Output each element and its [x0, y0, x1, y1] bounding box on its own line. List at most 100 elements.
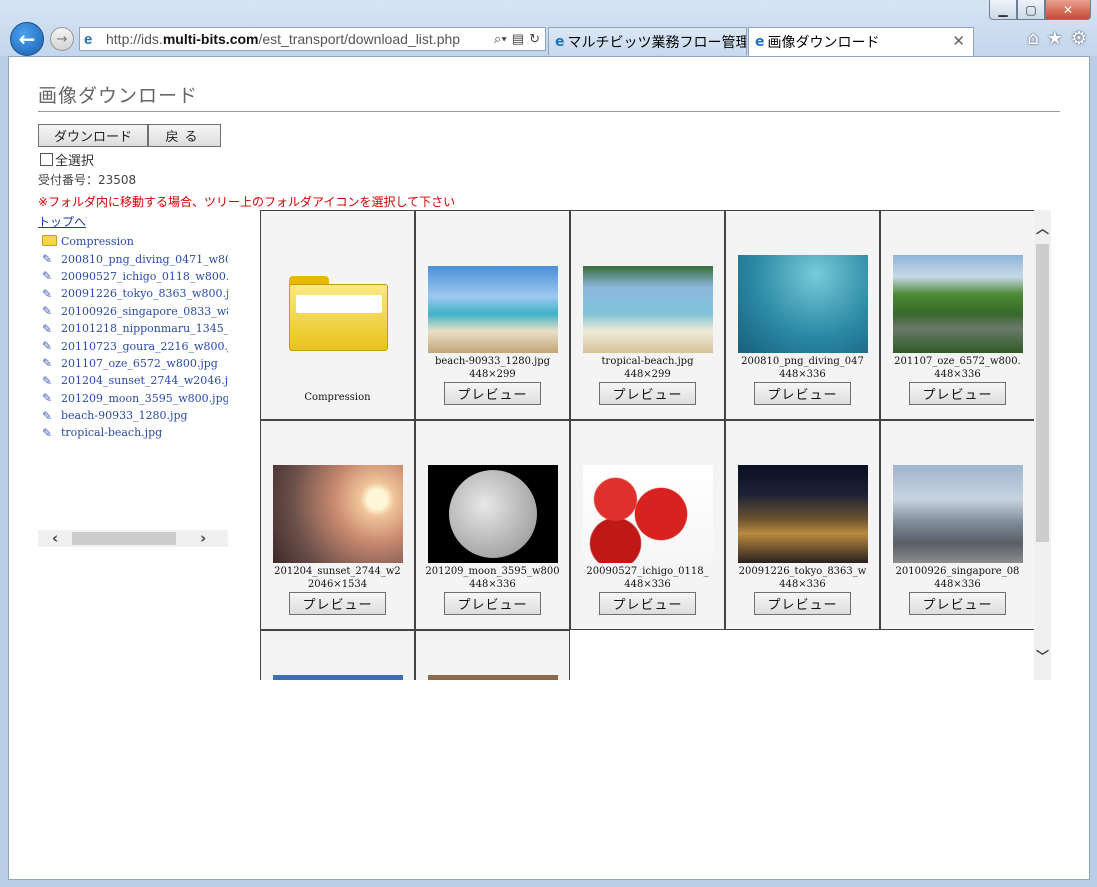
tab-workflow[interactable]: e マルチビッツ業務フロー管理...	[548, 27, 747, 55]
maximize-button[interactable]: ▢	[1017, 0, 1045, 20]
file-name: tropical-beach.jpg	[601, 356, 694, 367]
scroll-up-icon[interactable]: ︿	[1036, 218, 1049, 237]
title-divider	[38, 111, 1060, 112]
tree-item-label: 200810_png_diving_0471_w800_	[61, 252, 228, 266]
select-all-checkbox[interactable]	[40, 153, 53, 166]
grid-image-cell[interactable]: 20090527_ichigo_0118_ 448×336 プレビュー	[570, 420, 725, 630]
tree-file-item[interactable]: ✎ beach-90933_1280.jpg	[42, 407, 228, 424]
tree-file-item[interactable]: ✎ 20110723_goura_2216_w800.jpg	[42, 337, 228, 354]
file-name: Compression	[304, 392, 371, 403]
compat-view-icon[interactable]: ▤	[512, 31, 524, 47]
tree-file-item[interactable]: ✎ 20091226_tokyo_8363_w800.jpg	[42, 285, 228, 302]
back-arrow-icon[interactable]: ←	[10, 22, 44, 56]
minimize-button[interactable]: ▁	[989, 0, 1017, 20]
preview-button[interactable]: プレビュー	[444, 382, 541, 405]
image-thumbnail[interactable]	[893, 255, 1023, 353]
address-bar[interactable]: e http://ids.multi-bits.com/est_transpor…	[79, 27, 546, 51]
preview-button[interactable]: プレビュー	[444, 592, 541, 615]
image-thumbnail[interactable]	[428, 465, 558, 563]
grid-image-cell[interactable]: 20091226_tokyo_8363_w 448×336 プレビュー	[725, 420, 880, 630]
tree-file-item[interactable]: ✎ 201209_moon_3595_w800.jpg	[42, 390, 228, 407]
image-file-icon: ✎	[42, 425, 53, 440]
image-thumbnail[interactable]	[428, 266, 558, 353]
download-button[interactable]: ダウンロード	[38, 124, 148, 147]
image-thumbnail[interactable]	[583, 465, 713, 563]
image-thumbnail[interactable]	[893, 465, 1023, 563]
tree-file-item[interactable]: ✎ 20101218_nipponmaru_1345_w8(	[42, 320, 228, 337]
scroll-thumb[interactable]	[1036, 244, 1049, 542]
grid-image-cell[interactable]	[415, 630, 570, 680]
close-window-button[interactable]: ✕	[1045, 0, 1091, 20]
scroll-right-icon[interactable]: ›	[200, 529, 206, 547]
grid-image-cell[interactable]: 200810_png_diving_047 448×336 プレビュー	[725, 210, 880, 420]
close-tab-icon[interactable]: ✕	[952, 32, 965, 50]
ie-logo-icon: e	[555, 33, 565, 50]
grid-folder-cell[interactable]: Compression	[260, 210, 415, 420]
preview-button[interactable]: プレビュー	[599, 382, 696, 405]
grid-image-cell[interactable]: tropical-beach.jpg 448×299 プレビュー	[570, 210, 725, 420]
ie-logo-icon: e	[755, 34, 765, 50]
image-file-icon: ✎	[42, 356, 53, 371]
image-thumbnail[interactable]	[738, 255, 868, 353]
grid-image-cell[interactable]: 201204_sunset_2744_w2 2046×1534 プレビュー	[260, 420, 415, 630]
preview-button[interactable]: プレビュー	[599, 592, 696, 615]
page-title: 画像ダウンロード	[38, 85, 199, 107]
search-icon[interactable]: ⌕▾	[494, 31, 507, 47]
tree-folder-item[interactable]: Compression	[42, 233, 228, 250]
tree-item-label: 20100926_singapore_0833_w800.	[61, 304, 228, 318]
image-thumbnail[interactable]	[428, 675, 558, 680]
preview-button[interactable]: プレビュー	[289, 592, 386, 615]
tree-file-item[interactable]: ✎ 201204_sunset_2744_w2046.jpg	[42, 372, 228, 389]
refresh-icon[interactable]: ↻	[529, 31, 540, 47]
forward-arrow-icon[interactable]: →	[50, 27, 74, 51]
image-dimensions: 448×299	[624, 369, 671, 380]
gear-icon[interactable]: ⚙	[1071, 28, 1087, 49]
file-name: beach-90933_1280.jpg	[434, 356, 551, 367]
tree-item-label: 201107_oze_6572_w800.jpg	[61, 356, 218, 370]
preview-button[interactable]: プレビュー	[909, 592, 1006, 615]
tree-item-label: 201209_moon_3595_w800.jpg	[61, 391, 228, 405]
tree-file-item[interactable]: ✎ 201107_oze_6572_w800.jpg	[42, 355, 228, 372]
tree-item-label: Compression	[61, 235, 134, 249]
preview-button[interactable]: プレビュー	[754, 382, 851, 405]
grid-image-cell[interactable]	[260, 630, 415, 680]
file-name: 200810_png_diving_047	[741, 356, 864, 367]
grid-image-cell[interactable]: beach-90933_1280.jpg 448×299 プレビュー	[415, 210, 570, 420]
image-thumbnail[interactable]	[273, 465, 403, 563]
favorites-star-icon[interactable]: ★	[1047, 28, 1063, 49]
ie-logo-icon: e	[84, 30, 93, 48]
preview-button[interactable]: プレビュー	[754, 592, 851, 615]
top-link[interactable]: トップへ	[38, 213, 86, 230]
grid-image-cell[interactable]: 201107_oze_6572_w800. 448×336 プレビュー	[880, 210, 1035, 420]
address-url[interactable]: http://ids.multi-bits.com/est_transport/…	[102, 31, 494, 47]
image-file-icon: ✎	[42, 373, 53, 388]
tree-file-item[interactable]: ✎ tropical-beach.jpg	[42, 424, 228, 441]
file-name: 201107_oze_6572_w800.	[894, 356, 1021, 367]
image-dimensions: 448×336	[624, 579, 671, 590]
tree-file-item[interactable]: ✎ 20100926_singapore_0833_w800.	[42, 303, 228, 320]
folder-icon[interactable]	[289, 276, 388, 351]
scroll-thumb[interactable]	[72, 532, 176, 545]
image-thumbnail[interactable]	[583, 266, 713, 353]
tab-image-download[interactable]: e 画像ダウンロード ✕	[748, 27, 974, 56]
image-thumbnail[interactable]	[738, 465, 868, 563]
image-thumbnail[interactable]	[273, 675, 403, 680]
grid-vertical-scrollbar[interactable]: ︿ ﹀	[1034, 210, 1051, 680]
image-dimensions: 448×299	[469, 369, 516, 380]
browser-chrome: ▁ ▢ ✕ ← → e http://ids.multi-bits.com/es…	[0, 0, 1097, 56]
scroll-left-icon[interactable]: ‹	[52, 529, 58, 547]
file-name: 20090527_ichigo_0118_	[586, 566, 709, 577]
back-button[interactable]: 戻る	[148, 124, 221, 147]
home-icon[interactable]: ⌂	[1027, 28, 1038, 49]
preview-button[interactable]: プレビュー	[909, 382, 1006, 405]
tree-file-item[interactable]: ✎ 200810_png_diving_0471_w800_	[42, 250, 228, 267]
select-all-label: 全選択	[55, 154, 95, 169]
scroll-down-icon[interactable]: ﹀	[1036, 646, 1049, 665]
grid-image-cell[interactable]: 20100926_singapore_08 448×336 プレビュー	[880, 420, 1035, 630]
tree-file-item[interactable]: ✎ 20090527_ichigo_0118_w800.jpg	[42, 268, 228, 285]
tree-item-label: beach-90933_1280.jpg	[61, 409, 188, 423]
image-file-icon: ✎	[42, 304, 53, 319]
tree-horizontal-scrollbar[interactable]: ‹ ›	[38, 529, 228, 547]
select-all[interactable]: 全選択	[40, 150, 94, 169]
grid-image-cell[interactable]: 201209_moon_3595_w800 448×336 プレビュー	[415, 420, 570, 630]
